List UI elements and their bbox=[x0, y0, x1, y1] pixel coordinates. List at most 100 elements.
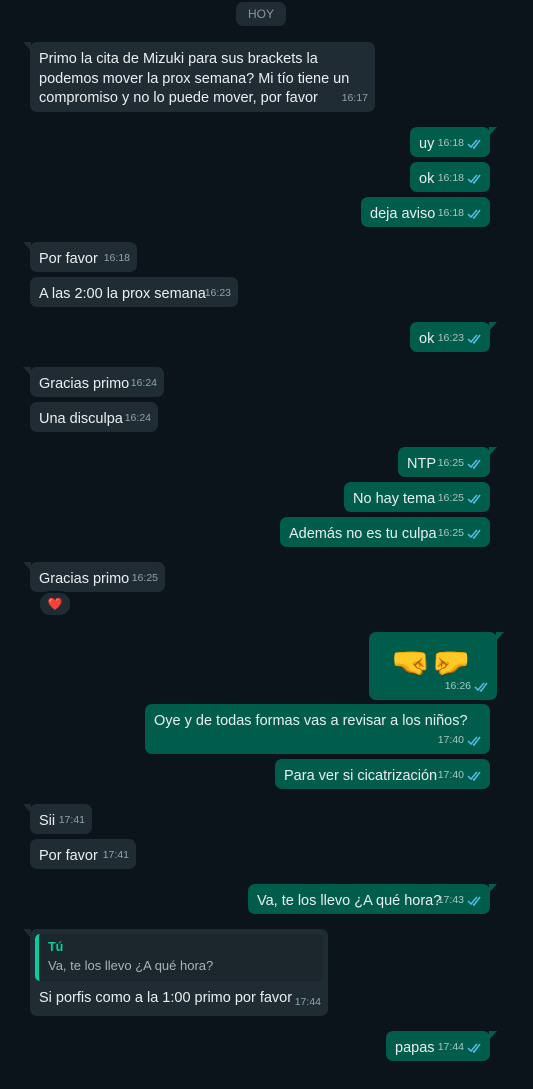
message-text: Si porfis como a la 1:00 primo por favor bbox=[39, 990, 293, 1006]
message-meta: 16:17 bbox=[342, 89, 368, 109]
message-time: 16:24 bbox=[124, 411, 151, 424]
message-incoming-reply[interactable]: Tú Va, te los llevo ¿A qué hora? Si porf… bbox=[23, 929, 328, 1016]
message-text: deja aviso bbox=[370, 206, 436, 222]
read-receipt-icon bbox=[467, 173, 483, 184]
message-incoming[interactable]: Por favor 17:41 bbox=[30, 839, 136, 869]
read-receipt-icon bbox=[467, 770, 483, 781]
message-incoming[interactable]: Gracias primo 16:24 bbox=[23, 367, 164, 397]
message-meta: 16:18 bbox=[438, 204, 483, 224]
read-receipt-icon bbox=[467, 528, 483, 539]
message-incoming[interactable]: Gracias primo 16:25 bbox=[23, 562, 165, 592]
message-meta: 16:24 bbox=[131, 374, 157, 394]
message-time: 16:18 bbox=[103, 251, 130, 264]
message-time: 16:25 bbox=[437, 491, 464, 504]
message-outgoing[interactable]: deja aviso 16:18 bbox=[361, 197, 490, 227]
message-meta: 17:44 bbox=[438, 1038, 483, 1058]
message-outgoing[interactable]: Oye y de todas formas vas a revisar a lo… bbox=[145, 704, 490, 754]
message-time: 17:40 bbox=[437, 733, 464, 746]
message-meta: 16:25 bbox=[438, 524, 483, 544]
message-text: uy bbox=[419, 136, 435, 152]
message-meta: 17:43 bbox=[438, 891, 483, 911]
message-text: ok bbox=[419, 171, 435, 187]
message-time: 16:23 bbox=[437, 331, 464, 344]
message-text: Sii bbox=[39, 813, 56, 829]
message-time: 16:25 bbox=[437, 526, 464, 539]
message-text: Para ver si cicatrización bbox=[284, 768, 438, 784]
quoted-text: Va, te los llevo ¿A qué hora? bbox=[48, 958, 214, 973]
read-receipt-icon bbox=[467, 458, 483, 469]
date-separator: HOY bbox=[236, 2, 286, 26]
message-text: ok bbox=[419, 331, 435, 347]
message-meta: 16:25 bbox=[438, 454, 483, 474]
message-time: 16:25 bbox=[131, 571, 158, 584]
message-meta: 16:18 bbox=[104, 249, 130, 269]
message-time: 17:41 bbox=[102, 848, 129, 861]
read-receipt-icon bbox=[467, 895, 483, 906]
message-outgoing[interactable]: Va, te los llevo ¿A qué hora? 17:43 bbox=[248, 884, 497, 914]
message-time: 17:44 bbox=[437, 1040, 464, 1053]
message-meta: 17:44 bbox=[295, 993, 321, 1013]
read-receipt-icon bbox=[467, 333, 483, 344]
message-time: 16:25 bbox=[437, 456, 464, 469]
message-time: 17:41 bbox=[58, 813, 85, 826]
read-receipt-icon bbox=[467, 1042, 483, 1053]
quoted-message[interactable]: Tú Va, te los llevo ¿A qué hora? bbox=[35, 934, 323, 981]
message-text: Gracias primo bbox=[39, 376, 130, 392]
quoted-author: Tú bbox=[48, 940, 64, 954]
message-outgoing[interactable]: Para ver si cicatrización 17:40 bbox=[275, 759, 490, 789]
message-meta: 16:18 bbox=[438, 169, 483, 189]
message-incoming[interactable]: Una disculpa 16:24 bbox=[30, 402, 158, 432]
message-outgoing[interactable]: uy 16:18 bbox=[410, 127, 497, 157]
message-outgoing[interactable]: 🤜🤛 16:26 bbox=[369, 632, 504, 700]
message-text: Además no es tu culpa bbox=[289, 526, 437, 542]
message-meta: 16:18 bbox=[438, 134, 483, 154]
message-time: 17:44 bbox=[294, 995, 321, 1008]
message-meta: 17:41 bbox=[59, 811, 85, 831]
message-incoming[interactable]: Por favor 16:18 bbox=[23, 242, 137, 272]
read-receipt-icon bbox=[474, 681, 490, 692]
message-meta: 17:40 bbox=[438, 731, 483, 751]
reaction-heart-icon[interactable]: ❤️ bbox=[38, 591, 72, 617]
read-receipt-icon bbox=[467, 138, 483, 149]
message-time: 16:18 bbox=[437, 206, 464, 219]
message-time: 16:26 bbox=[444, 679, 471, 692]
message-time: 16:24 bbox=[130, 376, 157, 389]
read-receipt-icon bbox=[467, 735, 483, 746]
message-meta: 17:40 bbox=[438, 766, 483, 786]
message-text: Oye y de todas formas vas a revisar a lo… bbox=[154, 713, 468, 729]
message-text: NTP bbox=[407, 456, 436, 472]
message-text: Por favor bbox=[39, 251, 98, 267]
read-receipt-icon bbox=[467, 208, 483, 219]
read-receipt-icon bbox=[467, 493, 483, 504]
message-text: Por favor bbox=[39, 848, 98, 864]
message-time: 17:43 bbox=[437, 893, 464, 906]
message-outgoing[interactable]: NTP 16:25 bbox=[398, 447, 497, 477]
message-meta: 16:24 bbox=[125, 409, 151, 429]
message-incoming[interactable]: Sii 17:41 bbox=[23, 804, 92, 834]
message-meta: 17:41 bbox=[103, 846, 129, 866]
message-meta: 16:23 bbox=[205, 284, 231, 304]
message-text: papas bbox=[395, 1040, 435, 1056]
message-outgoing[interactable]: ok 16:23 bbox=[410, 322, 497, 352]
message-text: No hay tema bbox=[353, 491, 436, 507]
message-outgoing[interactable]: Además no es tu culpa 16:25 bbox=[280, 517, 490, 547]
message-text: Primo la cita de Mizuki para sus bracket… bbox=[39, 51, 350, 106]
message-outgoing[interactable]: ok 16:18 bbox=[410, 162, 490, 192]
message-time: 16:17 bbox=[341, 91, 368, 104]
message-meta: 16:25 bbox=[438, 489, 483, 509]
message-text: A las 2:00 la prox semana bbox=[39, 286, 206, 302]
message-time: 17:40 bbox=[437, 768, 464, 781]
message-meta: 16:25 bbox=[132, 569, 158, 589]
message-outgoing[interactable]: papas 17:44 bbox=[386, 1031, 497, 1061]
message-time: 16:18 bbox=[437, 136, 464, 149]
message-text: Gracias primo bbox=[39, 571, 130, 587]
message-text: Va, te los llevo ¿A qué hora? bbox=[257, 893, 442, 909]
message-time: 16:23 bbox=[204, 286, 231, 299]
message-time: 16:18 bbox=[437, 171, 464, 184]
message-incoming[interactable]: Primo la cita de Mizuki para sus bracket… bbox=[23, 42, 375, 112]
message-meta: 16:23 bbox=[438, 329, 483, 349]
message-text: Una disculpa bbox=[39, 411, 123, 427]
chat-history: HOY Primo la cita de Mizuki para sus bra… bbox=[0, 0, 533, 1089]
message-incoming[interactable]: A las 2:00 la prox semana 16:23 bbox=[30, 277, 238, 307]
message-outgoing[interactable]: No hay tema 16:25 bbox=[344, 482, 490, 512]
